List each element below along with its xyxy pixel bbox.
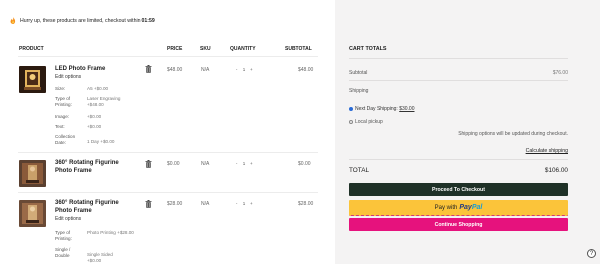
item-subtotal: $28.00 bbox=[298, 201, 314, 207]
quantity-decrease-button[interactable]: - bbox=[233, 67, 240, 72]
header-quantity: QUANTITY bbox=[230, 46, 256, 52]
quantity-value[interactable]: 1 bbox=[240, 161, 247, 166]
paypal-button[interactable]: Pay with Pay Pal bbox=[349, 200, 568, 216]
subtotal-label: Subtotal bbox=[349, 70, 368, 76]
countdown-timer: 01:59 bbox=[141, 17, 155, 24]
header-sku: SKU bbox=[200, 46, 211, 52]
totals-divider bbox=[349, 159, 568, 160]
item-meta-image: Image: +$0.00 bbox=[55, 114, 102, 119]
quantity-value[interactable]: 1 bbox=[240, 67, 247, 72]
cart-table-panel: Hurry up, these products are limited, ch… bbox=[0, 0, 335, 264]
item-meta-collection: Collection Date: 1 Day +$0.00 bbox=[55, 134, 115, 145]
header-subtotal: SUBTOTAL bbox=[285, 46, 312, 52]
radio-selected-icon[interactable] bbox=[349, 106, 353, 111]
edit-options-link[interactable]: Edit options bbox=[55, 216, 81, 222]
calculate-shipping-link[interactable]: Calculate shipping bbox=[526, 148, 568, 154]
product-thumbnail[interactable] bbox=[19, 66, 46, 93]
urgency-notice: Hurry up, these products are limited, ch… bbox=[9, 17, 155, 24]
total-value: $106.00 bbox=[544, 167, 568, 174]
quantity-stepper[interactable]: - 1 + bbox=[233, 159, 255, 167]
shipping-label: Shipping bbox=[349, 88, 369, 94]
row-divider bbox=[18, 152, 318, 153]
trash-icon[interactable] bbox=[145, 160, 152, 168]
item-subtotal: $0.00 bbox=[298, 161, 311, 167]
totals-divider bbox=[349, 80, 568, 81]
item-price: $28.00 bbox=[167, 201, 183, 207]
shipping-note: Shipping options will be updated during … bbox=[458, 131, 568, 137]
item-meta-size: Size: A5 +$0.00 bbox=[55, 86, 109, 91]
row-divider bbox=[18, 192, 318, 193]
edit-options-link[interactable]: Edit options bbox=[55, 74, 81, 80]
trash-icon[interactable] bbox=[145, 200, 152, 208]
paypal-prefix: Pay with bbox=[434, 204, 458, 211]
quantity-stepper[interactable]: - 1 + bbox=[233, 65, 255, 73]
product-name-link[interactable]: 360° Rotating Figurine Photo Frame bbox=[55, 199, 135, 215]
item-subtotal: $48.00 bbox=[298, 67, 314, 73]
shipping-option-next-day[interactable]: Next Day Shipping: $30.00 bbox=[349, 106, 415, 112]
product-thumbnail[interactable] bbox=[19, 160, 46, 187]
urgency-text: Hurry up, these products are limited, ch… bbox=[20, 17, 141, 24]
shipping-option-local-pickup[interactable]: Local pickup bbox=[349, 119, 383, 125]
paypal-logo-pal: Pal bbox=[471, 204, 483, 211]
shipping-option-price: $30.00 bbox=[399, 106, 415, 112]
header-price: PRICE bbox=[167, 46, 183, 52]
item-price: $48.00 bbox=[167, 67, 183, 73]
item-meta-text: Text: +$0.00 bbox=[55, 124, 102, 129]
quantity-increase-button[interactable]: + bbox=[248, 161, 255, 166]
quantity-value[interactable]: 1 bbox=[240, 201, 247, 206]
quantity-decrease-button[interactable]: - bbox=[233, 161, 240, 166]
product-thumbnail[interactable] bbox=[19, 200, 46, 227]
header-product: PRODUCT bbox=[19, 46, 44, 52]
item-meta-printing: Type of Printing:Photo Printing +$28.00 bbox=[55, 230, 134, 241]
cart-totals-title: CART TOTALS bbox=[349, 46, 387, 52]
quantity-increase-button[interactable]: + bbox=[248, 67, 255, 72]
trash-icon[interactable] bbox=[145, 65, 152, 73]
item-sku: N/A bbox=[201, 161, 210, 167]
quantity-increase-button[interactable]: + bbox=[248, 201, 255, 206]
help-icon[interactable]: ? bbox=[587, 249, 596, 258]
radio-unselected-icon[interactable] bbox=[349, 119, 353, 124]
subtotal-value: $76.00 bbox=[552, 70, 568, 76]
total-label: TOTAL bbox=[349, 167, 370, 174]
item-price: $0.00 bbox=[167, 161, 180, 167]
item-meta-sides: Single / Double Single Sided +$0.00 bbox=[55, 247, 113, 263]
header-divider bbox=[18, 56, 318, 57]
continue-shopping-button[interactable]: Continue Shopping bbox=[349, 218, 568, 231]
item-sku: N/A bbox=[201, 67, 210, 73]
item-meta-printing: Type of Printing:Laser Engraving +$48.00 bbox=[55, 96, 121, 107]
quantity-stepper[interactable]: - 1 + bbox=[233, 199, 255, 207]
paypal-logo-pay: Pay bbox=[459, 204, 472, 211]
fire-icon bbox=[10, 17, 16, 24]
quantity-decrease-button[interactable]: - bbox=[233, 201, 240, 206]
product-name-link[interactable]: LED Photo Frame bbox=[55, 65, 135, 73]
proceed-to-checkout-button[interactable]: Proceed To Checkout bbox=[349, 183, 568, 196]
item-sku: N/A bbox=[201, 201, 210, 207]
product-name-link[interactable]: 360° Rotating Figurine Photo Frame bbox=[55, 159, 135, 175]
totals-divider bbox=[349, 58, 568, 59]
